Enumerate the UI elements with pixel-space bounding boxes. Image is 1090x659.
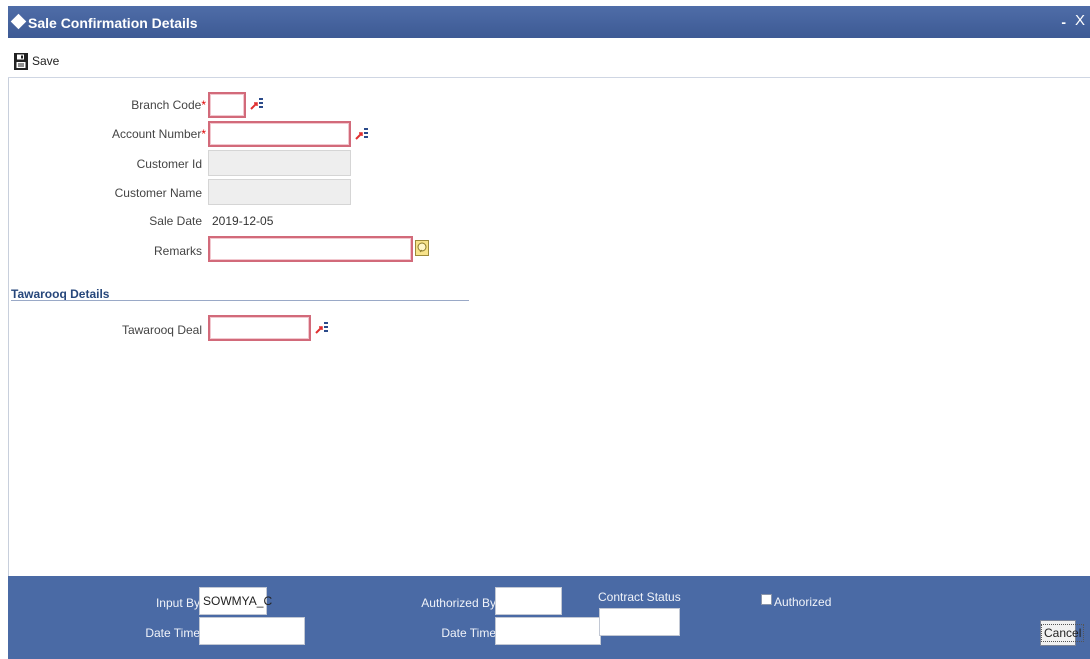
save-label: Save (32, 54, 60, 68)
save-button[interactable]: Save (14, 51, 59, 71)
lov-search-icon[interactable] (355, 126, 369, 142)
window-titlebar: Sale Confirmation Details - X (8, 6, 1090, 38)
date-time-field (199, 617, 305, 645)
authorized-by-field (495, 587, 562, 615)
lov-search-icon[interactable] (315, 320, 329, 336)
tawarooq-deal-label: Tawarooq Deal (121, 323, 202, 337)
contract-status-field (599, 608, 680, 636)
date-time-label: Date Time (145, 626, 200, 640)
form-area: Branch Code* Account Number* Customer Id… (8, 78, 1090, 576)
save-icon (14, 52, 28, 70)
sale-date-label: Sale Date (149, 214, 202, 228)
sale-date-value: 2019-12-05 (212, 214, 274, 228)
input-by-label: Input By (155, 596, 200, 610)
authorized-checkbox[interactable] (761, 594, 772, 605)
date-time-field-2 (495, 617, 601, 645)
required-marker: * (201, 98, 206, 112)
customer-id-input (208, 150, 351, 176)
date-time-label-2: Date Time (441, 626, 496, 640)
audit-footer: Input By SOWMYA_C Date Time Authorized B… (8, 576, 1090, 659)
branch-code-input[interactable] (208, 92, 246, 118)
account-number-label: Account Number* (6, 127, 206, 141)
required-marker: * (201, 127, 206, 141)
section-divider (11, 300, 469, 301)
remarks-label: Remarks (153, 244, 202, 258)
remarks-note-icon[interactable] (415, 240, 429, 256)
minimize-button[interactable]: - (1061, 14, 1066, 30)
remarks-input[interactable] (208, 236, 413, 262)
tawarooq-section-title: Tawarooq Details (11, 287, 110, 301)
account-number-label-text: Account Number (111, 127, 202, 141)
cancel-button[interactable]: Cancel (1040, 620, 1085, 646)
branch-code-label-text: Branch Code (131, 98, 202, 112)
customer-name-label: Customer Name (114, 186, 202, 200)
toolbar: Save (8, 38, 1090, 78)
input-by-field: SOWMYA_C (199, 587, 272, 615)
authorized-by-label: Authorized By (421, 596, 496, 610)
window-title: Sale Confirmation Details (28, 15, 198, 31)
diamond-icon (10, 13, 27, 30)
cancel-label: Cancel (1041, 624, 1085, 642)
account-number-input[interactable] (208, 121, 351, 147)
customer-id-label: Customer Id (136, 157, 202, 171)
customer-name-input (208, 179, 351, 205)
authorized-label: Authorized (774, 595, 832, 609)
close-button[interactable]: X (1075, 12, 1085, 29)
tawarooq-deal-input[interactable] (208, 315, 311, 341)
contract-status-label: Contract Status (598, 590, 681, 604)
lov-search-icon[interactable] (250, 96, 264, 112)
branch-code-label: Branch Code* (6, 98, 206, 112)
